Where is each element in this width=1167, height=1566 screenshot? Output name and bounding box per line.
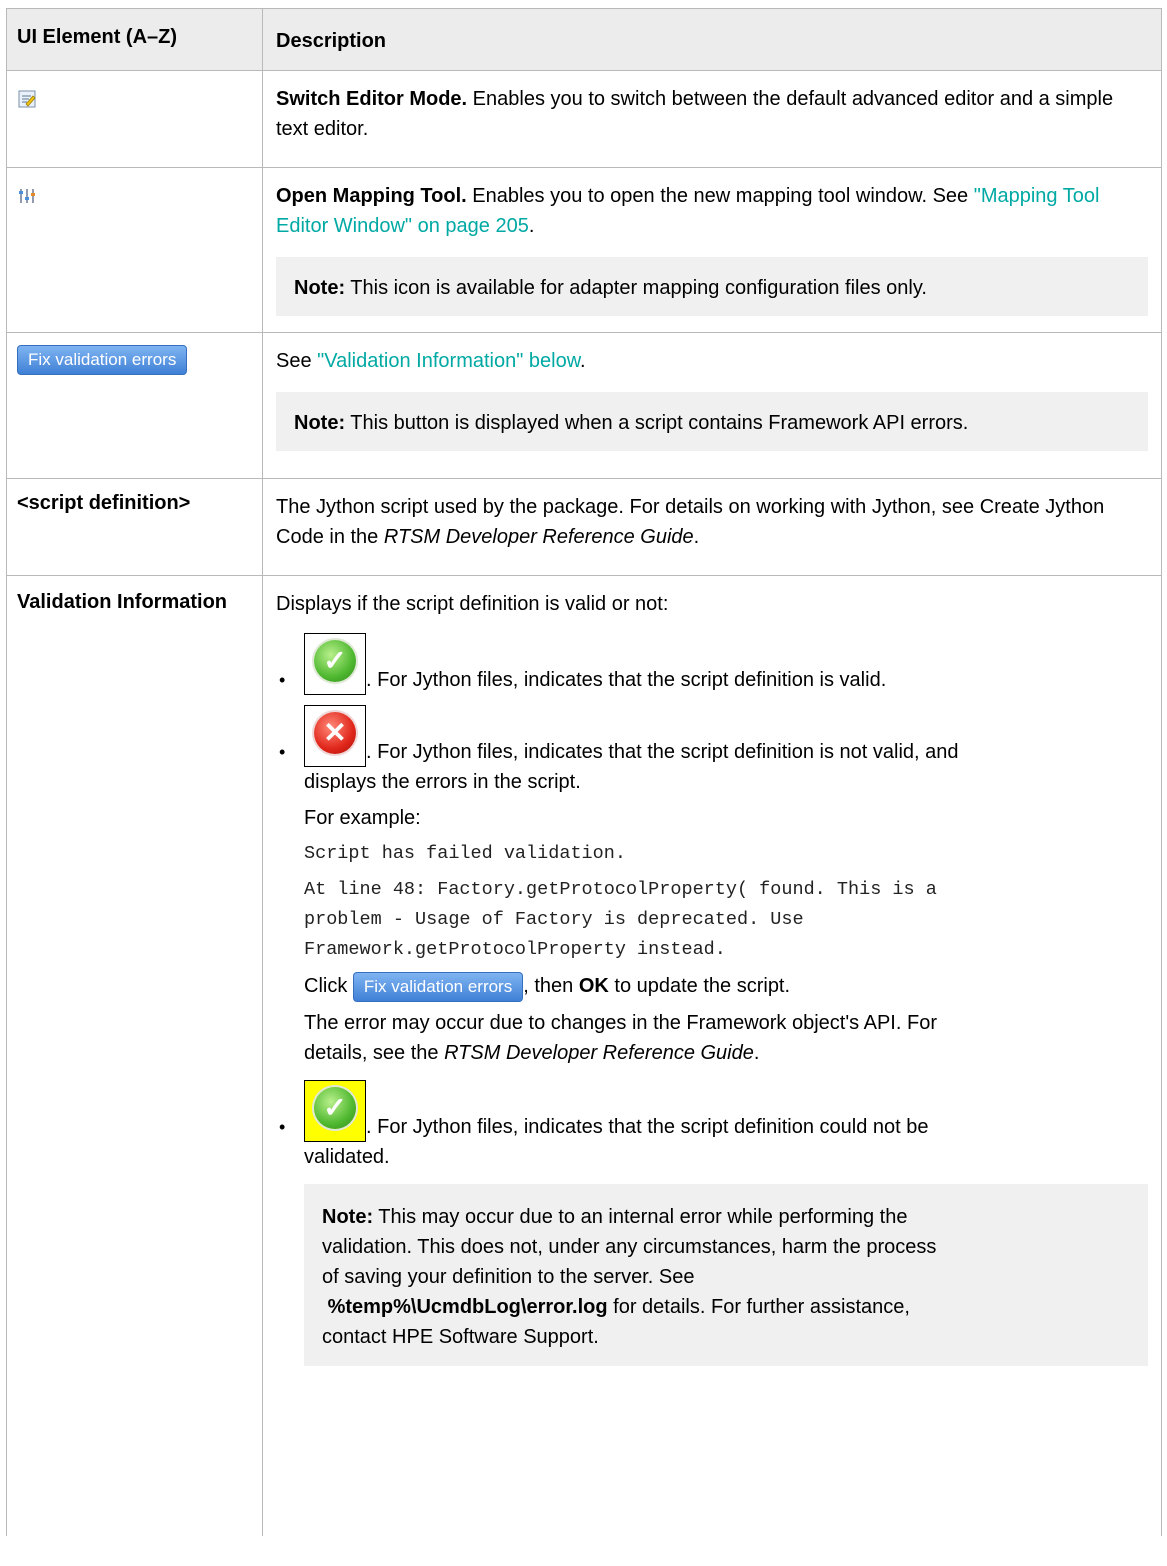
description-cell: Switch Editor Mode. Enables you to switc… [263,71,1161,167]
bullet: • [279,742,286,762]
header-ui-element: UI Element (A–Z) [7,9,263,70]
note-text: This button is displayed when a script c… [345,412,969,434]
note-text: This may occur due to an internal error … [373,1205,908,1228]
note-label: Note: [294,277,346,299]
could-not-validate-text-cont: validated. [304,1145,390,1168]
bullet: • [279,1116,286,1137]
bullet: • [279,670,286,690]
script-end: . [693,526,700,548]
validation-intro: Displays if the script definition is val… [276,593,669,615]
switch-editor-mode-icon [18,90,36,108]
script-guide: RTSM Developer Reference Guide [383,526,694,548]
ui-element-cell [7,168,263,332]
note-text: validation. This does not, under any cir… [322,1235,937,1258]
invalid-x-icon: ✕ [304,705,366,767]
header-description: Description [276,30,387,52]
note-box: Note: This icon is available for adapter… [276,257,1148,316]
invalid-text: . For Jython files, indicates that the s… [366,741,959,763]
mapping-text: Enables you to open the new mapping tool… [466,185,974,207]
mapping-title: Open Mapping Tool. [276,185,467,207]
update-text: to update the script. [608,975,791,997]
validation-information-link[interactable]: "Validation Information" below [317,350,580,372]
validation-information-label: Validation Information [17,591,228,613]
api-text: The error may occur due to changes in th… [304,1011,937,1034]
ui-element-cell: Fix validation errors [7,333,263,478]
fix-validation-errors-button-image: Fix validation errors [17,345,188,375]
ui-elements-table: UI Element (A–Z) Description Switch Edit… [6,8,1162,1536]
note-text: contact HPE Software Support. [322,1325,599,1348]
ok-label: OK [578,975,609,997]
fix-validation-errors-inline-image: Fix validation errors [352,971,524,1002]
description-cell: See "Validation Information" below. Note… [263,333,1161,478]
list-item: • ✕ . For Jython files, indicates that t… [276,705,1148,767]
note-box: Note: This may occur due to an internal … [304,1183,1148,1366]
open-mapping-tool-icon [19,189,35,203]
description-cell: Open Mapping Tool. Enables you to open t… [263,168,1161,332]
click-text: Click [304,975,353,997]
api-text-2: details, see the [304,1041,445,1064]
description-cell: Displays if the script definition is val… [263,576,1161,1536]
note-label: Note: [322,1205,374,1228]
valid-check-icon: ✓ [304,633,366,695]
table-row: Fix validation errors See "Validation In… [7,333,1161,479]
description-cell: The Jython script used by the package. F… [263,479,1161,575]
could-not-validate-text: . For Jython files, indicates that the s… [366,1115,929,1138]
mapping-end: . [528,215,535,237]
note-label: Note: [294,412,346,434]
note-text: This icon is available for adapter mappi… [345,277,927,299]
code-line: Script has failed validation. [304,843,626,864]
code-line: problem - Usage of Factory is deprecated… [304,909,804,930]
table-row: Switch Editor Mode. Enables you to switc… [7,71,1161,168]
api-end: . [753,1041,760,1064]
note-text: of saving your definition to the server.… [322,1265,695,1288]
invalid-text-cont: displays the errors in the script. [304,771,581,793]
fix-see: See [276,350,318,372]
table-row: Validation Information Displays if the s… [7,576,1161,1536]
list-item: • ✓ . For Jython files, indicates that t… [276,633,1148,695]
table-row: <script definition> The Jython script us… [7,479,1161,576]
note-text: for details. For further assistance, [607,1295,910,1318]
note-box: Note: This button is displayed when a sc… [276,392,1148,451]
then-text: , then [523,975,579,997]
switch-editor-title: Switch Editor Mode. [276,88,468,110]
code-line: At line 48: Factory.getProtocolProperty(… [304,879,937,900]
table-row: Open Mapping Tool. Enables you to open t… [7,168,1161,333]
could-not-validate-icon: ✓ [304,1079,366,1142]
ui-element-cell [7,71,263,167]
ui-element-cell: <script definition> [7,479,263,575]
table-header: UI Element (A–Z) Description [7,9,1161,71]
api-guide: RTSM Developer Reference Guide [444,1041,754,1064]
valid-text: . For Jython files, indicates that the s… [366,669,887,691]
list-item: • ✓ . For Jython files, indicates that t… [276,1079,1148,1142]
example-label: For example: [304,807,421,829]
ui-element-cell: Validation Information [7,576,263,1536]
script-definition-label: <script definition> [17,492,191,514]
error-log-path: %temp%\UcmdbLog\error.log [327,1295,608,1318]
fix-end: . [580,350,586,372]
code-line: Framework.getProtocolProperty instead. [304,939,726,960]
